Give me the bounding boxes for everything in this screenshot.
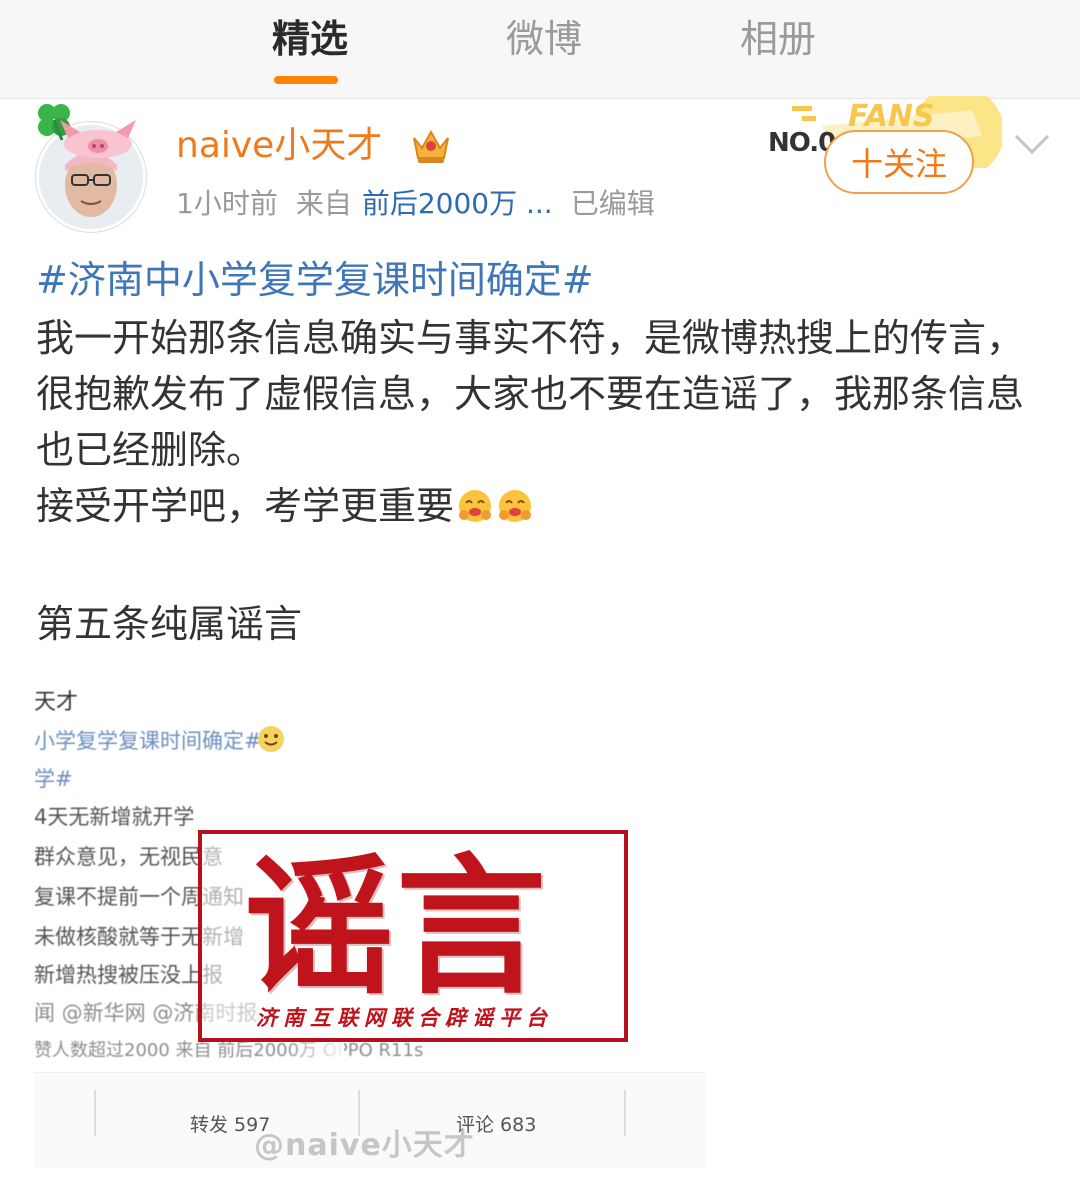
shot-text-line: 群众意见，无视民意 — [34, 845, 223, 869]
post-meta: 1小时前 来自 前后2000万 ... 已编辑 — [176, 184, 673, 224]
profile-tab-bar: 精选 微博 相册 — [0, 0, 1080, 99]
weibo-watermark: @naive小天才 — [254, 1128, 475, 1163]
username[interactable]: naive小天才 — [176, 122, 382, 170]
pig-ears-icon — [60, 120, 136, 158]
rumor-stamp-subtitle: 济南互联网联合辟谣平台 — [256, 1005, 553, 1030]
post-text-paragraph-2: 接受开学吧，考学更重要 — [36, 478, 1046, 534]
post-source-link[interactable]: 前后2000万 ... — [362, 187, 553, 220]
post-text-paragraph-1: 我一开始那条信息确实与事实不符，是微博热搜上的传言，很抱歉发布了虚假信息，大家也… — [36, 316, 1025, 472]
shot-text-line: 天才 — [34, 690, 79, 715]
tab-featured[interactable]: 精选 — [230, 14, 390, 64]
rumor-stamp: 谣言 济南互联网联合辟谣平台 — [198, 830, 628, 1042]
post-content: #济南中小学复学复课时间确定# 我一开始那条信息确实与事实不符，是微博热搜上的传… — [36, 252, 1046, 652]
topic-hashtag-link[interactable]: #济南中小学复学复课时间确定# — [36, 252, 1046, 308]
post-text-paragraph-2-text: 接受开学吧，考学更重要 — [36, 484, 455, 528]
smile-emoji-icon — [258, 726, 284, 752]
post-time: 1小时前 — [176, 187, 278, 220]
follow-button[interactable]: 十关注 — [824, 130, 974, 194]
rumor-stamp-text: 谣言 — [244, 839, 549, 1015]
chevron-down-icon[interactable] — [1012, 130, 1052, 158]
tab-weibo[interactable]: 微博 — [464, 14, 624, 64]
hug-emoji-icon — [499, 490, 532, 522]
edited-label[interactable]: 已编辑 — [571, 187, 655, 220]
hug-emoji-icon — [459, 490, 492, 522]
active-tab-indicator — [274, 76, 338, 84]
shot-text-line: 学# — [34, 767, 73, 791]
shot-text-line: 小学复学复课时间确定# — [34, 729, 262, 753]
tab-album[interactable]: 相册 — [698, 14, 858, 64]
post-text-paragraph-3: 第五条纯属谣言 — [36, 602, 303, 646]
shot-divider — [94, 1090, 96, 1136]
shot-divider — [624, 1090, 626, 1136]
vip-crown-icon[interactable] — [410, 124, 452, 166]
fans-badge-text: FANS — [848, 99, 935, 134]
shot-text-line: 新增热搜被压没上报 — [34, 963, 223, 987]
source-prefix: 来自 — [295, 187, 352, 220]
shot-text-line: 4天无新增就开学 — [34, 805, 195, 829]
